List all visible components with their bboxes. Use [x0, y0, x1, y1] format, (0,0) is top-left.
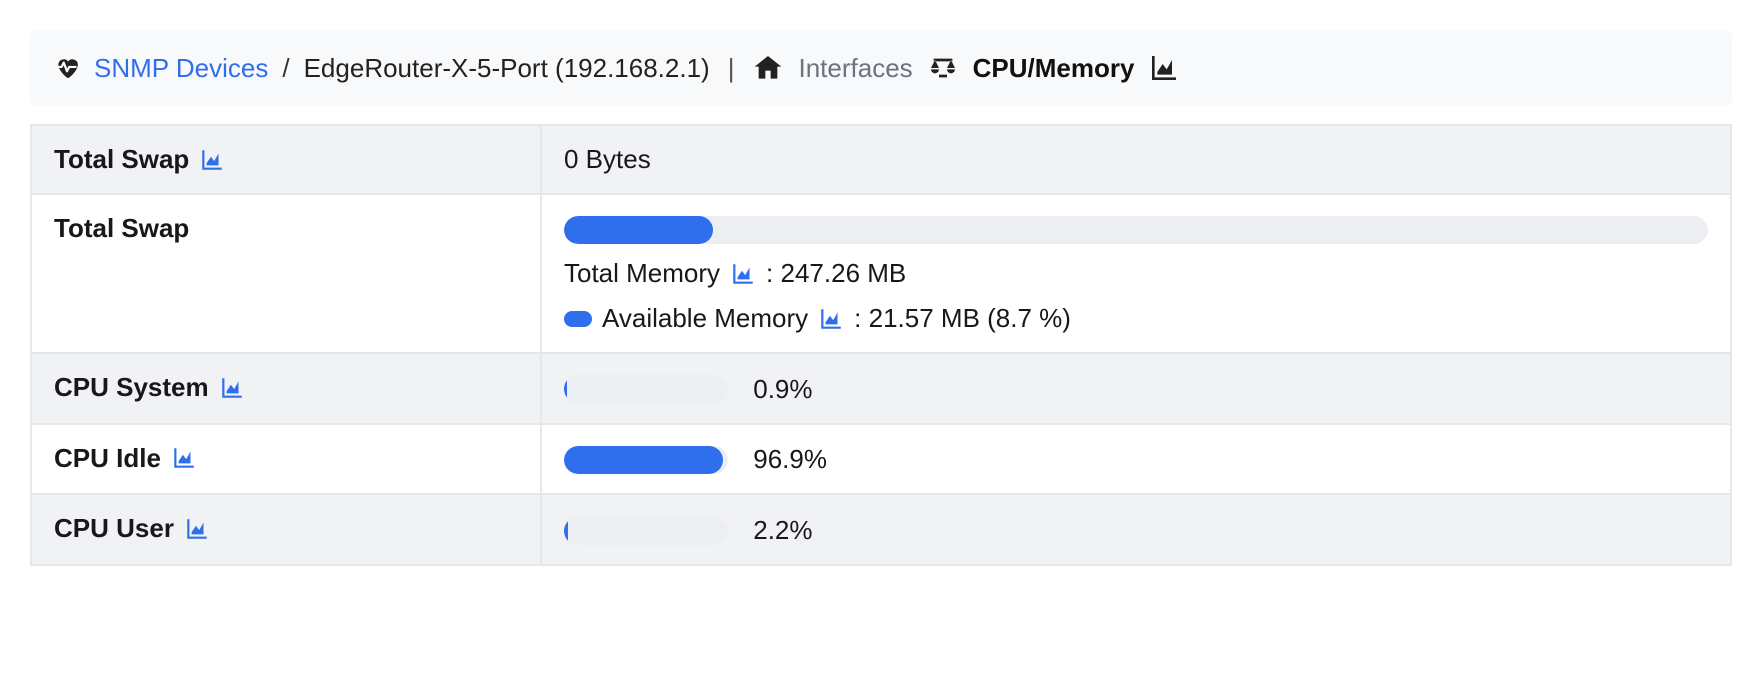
nav-interfaces[interactable]: Interfaces	[798, 53, 912, 84]
cpu-user-percent: 2.2%	[753, 515, 812, 546]
row-label: Total Swap	[54, 144, 189, 175]
cpu-system-percent: 0.9%	[753, 374, 812, 405]
cpu-idle-progress-fill	[564, 446, 723, 474]
home-icon[interactable]	[752, 52, 784, 84]
area-chart-icon[interactable]	[1148, 52, 1180, 84]
scale-icon[interactable]	[927, 52, 959, 84]
area-chart-icon[interactable]	[171, 445, 197, 471]
metrics-table: Total Swap 0 Bytes Total Swap Total Memo…	[30, 124, 1732, 566]
cpu-system-progress-fill	[564, 375, 567, 403]
nav-cpu-memory[interactable]: CPU/Memory	[973, 53, 1135, 84]
row-value: 0 Bytes	[564, 144, 651, 174]
breadcrumb-device: EdgeRouter-X-5-Port (192.168.2.1)	[304, 53, 710, 84]
total-memory-label: Total Memory	[564, 258, 720, 289]
table-row: CPU User 2.2%	[31, 494, 1731, 565]
cpu-idle-progress-bar	[564, 446, 728, 474]
table-row: Total Swap Total Memory : 247.26 MB Avai…	[31, 194, 1731, 353]
area-chart-icon[interactable]	[199, 147, 225, 173]
legend-pill-icon	[564, 311, 592, 327]
table-row: CPU System 0.9%	[31, 353, 1731, 424]
divider: |	[724, 53, 739, 84]
heartbeat-icon	[54, 55, 80, 81]
area-chart-icon[interactable]	[730, 261, 756, 287]
breadcrumb-separator: /	[282, 53, 289, 84]
area-chart-icon[interactable]	[184, 516, 210, 542]
available-memory-label: Available Memory	[602, 303, 808, 334]
area-chart-icon[interactable]	[818, 306, 844, 332]
row-label: CPU System	[54, 372, 209, 403]
total-memory-value: : 247.26 MB	[766, 258, 906, 289]
cpu-user-progress-fill	[564, 517, 568, 545]
cpu-system-progress-bar	[564, 375, 728, 403]
breadcrumb-root-link[interactable]: SNMP Devices	[94, 53, 268, 84]
available-memory-value: : 21.57 MB (8.7 %)	[854, 303, 1071, 334]
row-label: CPU Idle	[54, 443, 161, 474]
memory-progress-fill	[564, 216, 713, 244]
table-row: CPU Idle 96.9%	[31, 424, 1731, 495]
row-label: CPU User	[54, 513, 174, 544]
breadcrumb: SNMP Devices / EdgeRouter-X-5-Port (192.…	[30, 30, 1732, 106]
table-row: Total Swap 0 Bytes	[31, 125, 1731, 194]
cpu-user-progress-bar	[564, 517, 728, 545]
memory-progress-bar	[564, 216, 1708, 244]
cpu-idle-percent: 96.9%	[753, 444, 827, 475]
row-label: Total Swap	[54, 213, 189, 243]
area-chart-icon[interactable]	[219, 375, 245, 401]
